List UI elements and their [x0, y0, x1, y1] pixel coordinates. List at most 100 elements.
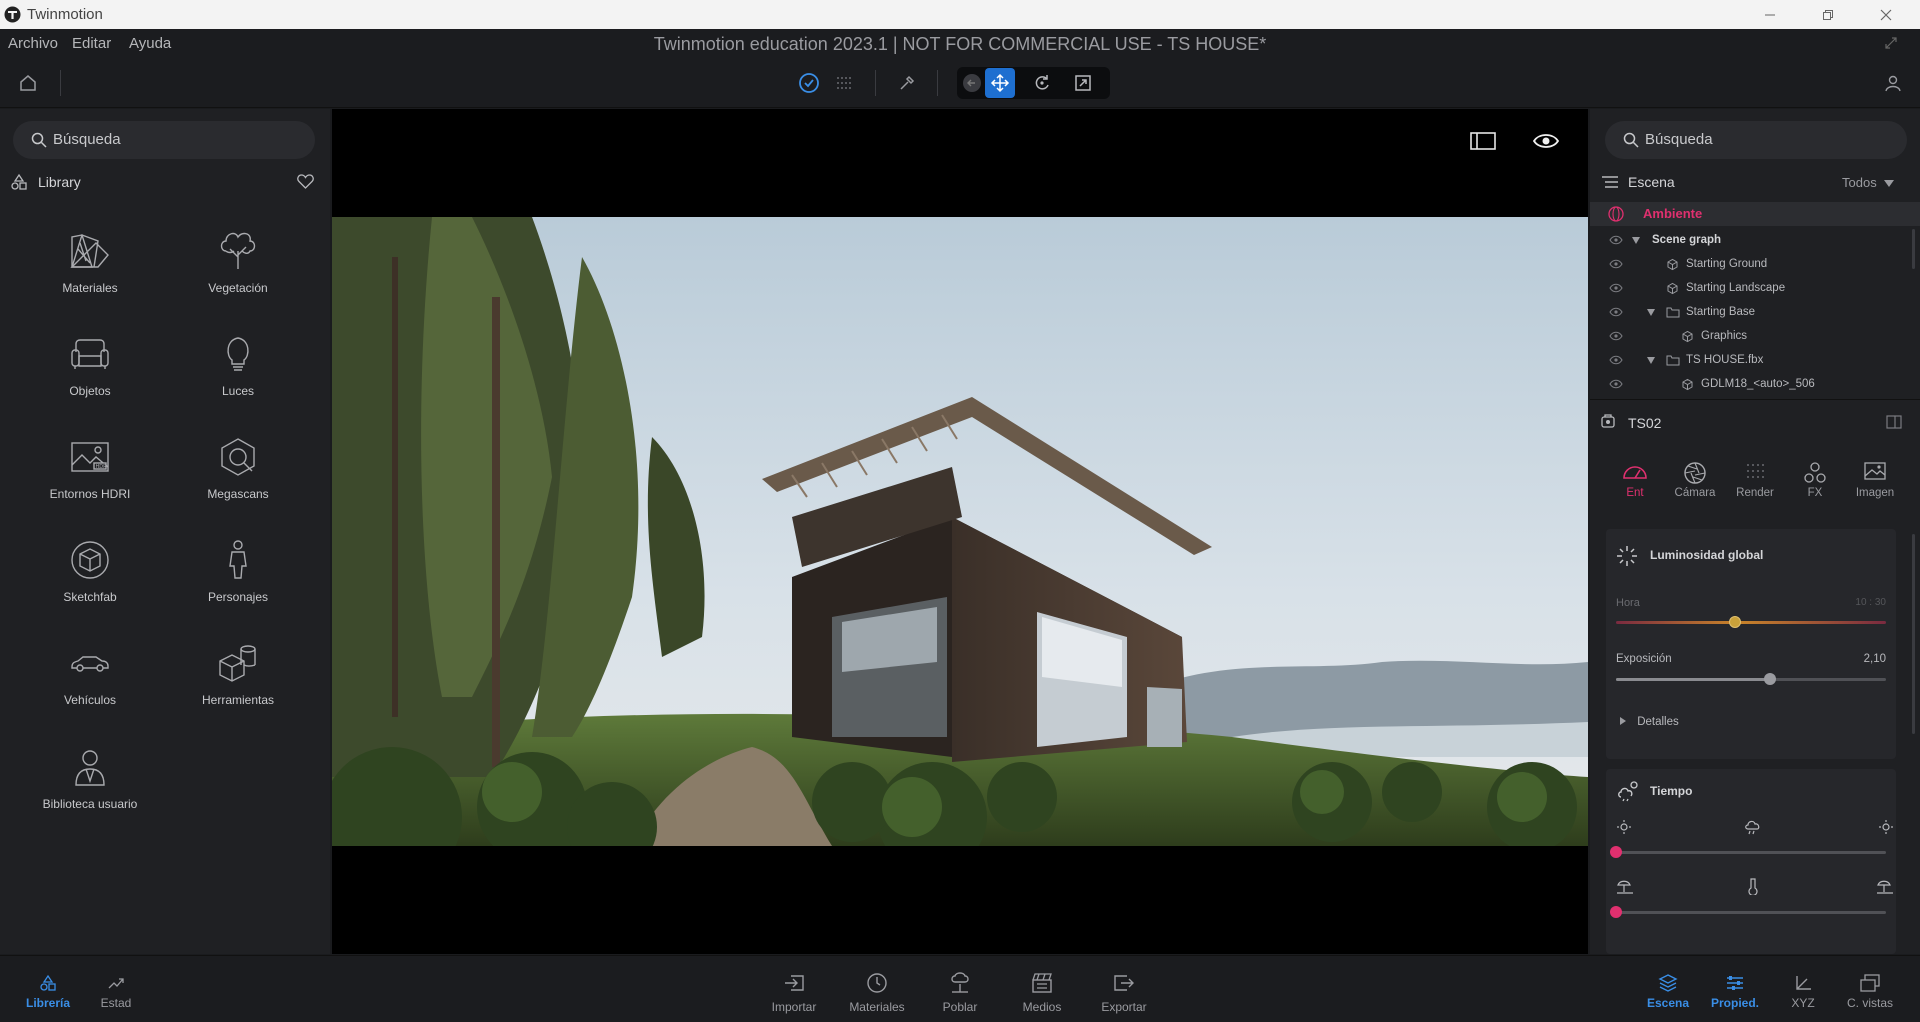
nav-label: Poblar	[942, 1000, 978, 1014]
tree-row-gdlm18[interactable]: GDLM18_<auto>_506	[1590, 373, 1910, 397]
eye-icon[interactable]	[1609, 331, 1623, 341]
scene-list-icon	[1601, 175, 1619, 189]
panel-toggle-icon[interactable]	[1470, 131, 1496, 151]
library-item-luces[interactable]: Luces	[164, 327, 312, 417]
folder-icon	[1666, 355, 1680, 366]
tree-row-starting-landscape[interactable]: Starting Landscape	[1590, 277, 1910, 301]
import-icon	[754, 970, 834, 996]
nav-poblar[interactable]: Poblar	[920, 970, 1000, 1014]
eye-icon[interactable]	[1609, 307, 1623, 317]
selection-object-icon	[1600, 413, 1616, 429]
season-slider-knob[interactable]	[1610, 906, 1622, 918]
user-account-icon[interactable]	[1878, 68, 1908, 98]
favorites-heart-icon[interactable]	[297, 174, 314, 189]
export-icon	[1084, 970, 1164, 996]
eye-icon[interactable]	[1609, 355, 1623, 365]
nav-importar[interactable]: Importar	[754, 970, 834, 1014]
megascans-icon	[211, 430, 265, 484]
restore-button[interactable]	[1800, 0, 1856, 29]
bottom-navigation-bar: Librería Estad Importar Materiales Pobla…	[0, 955, 1920, 1022]
grid-snap-icon[interactable]	[829, 68, 859, 98]
nav-medios[interactable]: Medios	[1002, 970, 1082, 1014]
scene-filter-dropdown[interactable]: Todos	[1842, 175, 1895, 190]
tree-row-starting-ground[interactable]: Starting Ground	[1590, 253, 1910, 277]
weather-card: Tiempo	[1606, 769, 1896, 954]
library-item-vehiculos[interactable]: Vehículos	[16, 636, 164, 726]
tab-camara[interactable]: Cámara	[1670, 461, 1720, 499]
tab-label: Cámara	[1674, 487, 1716, 499]
back-arrow-icon[interactable]	[957, 68, 987, 98]
3d-viewport[interactable]	[332, 109, 1588, 954]
properties-scrollbar[interactable]	[1912, 534, 1915, 734]
eyedropper-icon[interactable]	[892, 68, 922, 98]
tab-fx[interactable]: FX	[1790, 461, 1840, 499]
library-item-objetos[interactable]: Objetos	[16, 327, 164, 417]
tab-ent[interactable]: Ent	[1610, 461, 1660, 499]
svg-text:HDR: HDR	[96, 464, 108, 470]
expand-triangle-icon[interactable]	[1647, 309, 1655, 316]
dock-panel-icon[interactable]	[1886, 415, 1902, 429]
scale-icon[interactable]	[1068, 68, 1098, 98]
eye-icon[interactable]	[1609, 283, 1623, 293]
library-item-vegetacion[interactable]: Vegetación	[164, 224, 312, 314]
tree-label: Starting Landscape	[1686, 282, 1786, 294]
library-item-personajes[interactable]: Personajes	[164, 533, 312, 623]
scene-search-input[interactable]: Búsqueda	[1605, 121, 1907, 159]
library-item-label: Objetos	[69, 384, 111, 398]
weather-slider[interactable]	[1616, 851, 1886, 854]
expand-icon[interactable]	[1884, 36, 1898, 50]
library-item-materiales[interactable]: Materiales	[16, 224, 164, 314]
library-item-biblioteca-usuario[interactable]: Biblioteca usuario	[16, 740, 164, 830]
aperture-icon	[1670, 461, 1720, 485]
tab-render[interactable]: Render	[1730, 461, 1780, 499]
close-button[interactable]	[1858, 0, 1914, 29]
expand-triangle-icon[interactable]	[1632, 237, 1640, 244]
nav-materiales[interactable]: Materiales	[837, 970, 917, 1014]
details-label: Detalles	[1637, 716, 1679, 728]
tree-row-graphics[interactable]: Graphics	[1590, 325, 1910, 349]
season-slider[interactable]	[1616, 911, 1886, 914]
image-icon	[1850, 461, 1900, 485]
library-item-label: Vegetación	[208, 281, 268, 295]
object-icon	[1666, 258, 1679, 271]
select-check-icon[interactable]	[794, 68, 824, 98]
nav-exportar[interactable]: Exportar	[1084, 970, 1164, 1014]
weather-slider-knob[interactable]	[1610, 846, 1622, 858]
hora-slider[interactable]	[1616, 621, 1886, 624]
folder-icon	[1666, 307, 1680, 318]
library-item-megascans[interactable]: Megascans	[164, 430, 312, 520]
exposure-slider-knob[interactable]	[1763, 673, 1776, 685]
library-item-label: Herramientas	[201, 693, 275, 707]
eye-icon[interactable]	[1609, 259, 1623, 269]
tree-row-ts-house[interactable]: TS HOUSE.fbx	[1590, 349, 1910, 373]
eye-icon[interactable]	[1609, 235, 1623, 245]
library-search-input[interactable]: Búsqueda	[13, 121, 315, 159]
library-item-entornos-hdri[interactable]: HDR Entornos HDRI	[16, 430, 164, 520]
tree-row-scene-graph[interactable]: Scene graph	[1590, 229, 1910, 253]
library-item-label: Personajes	[207, 590, 269, 604]
tree-scrollbar[interactable]	[1912, 229, 1915, 269]
move-icon[interactable]	[985, 68, 1015, 98]
tab-label: Ent	[1626, 487, 1644, 499]
library-item-herramientas[interactable]: Herramientas	[164, 636, 312, 726]
minimize-button[interactable]	[1742, 0, 1798, 29]
library-item-label: Luces	[221, 384, 255, 398]
expand-triangle-icon[interactable]	[1647, 357, 1655, 364]
ambient-label: Ambiente	[1643, 206, 1703, 221]
home-button[interactable]	[13, 68, 43, 98]
material-sphere-icon	[837, 970, 917, 996]
ambient-row[interactable]: Ambiente	[1590, 202, 1920, 226]
hora-slider-knob[interactable]	[1728, 616, 1741, 628]
populate-tree-icon	[920, 970, 1000, 996]
nav-estad[interactable]: Estad	[76, 970, 156, 1010]
tab-imagen[interactable]: Imagen	[1850, 461, 1900, 499]
rotate-icon[interactable]	[1027, 68, 1057, 98]
details-expander[interactable]: Detalles	[1620, 716, 1679, 728]
library-item-sketchfab[interactable]: Sketchfab	[16, 533, 164, 623]
eye-icon[interactable]	[1609, 379, 1623, 389]
tree-row-starting-base[interactable]: Starting Base	[1590, 301, 1910, 325]
nav-c-vistas[interactable]: C. vistas	[1830, 970, 1910, 1010]
library-item-label: Materiales	[62, 281, 118, 295]
global-light-title: Luminosidad global	[1650, 548, 1764, 562]
visibility-eye-icon[interactable]	[1533, 131, 1559, 151]
